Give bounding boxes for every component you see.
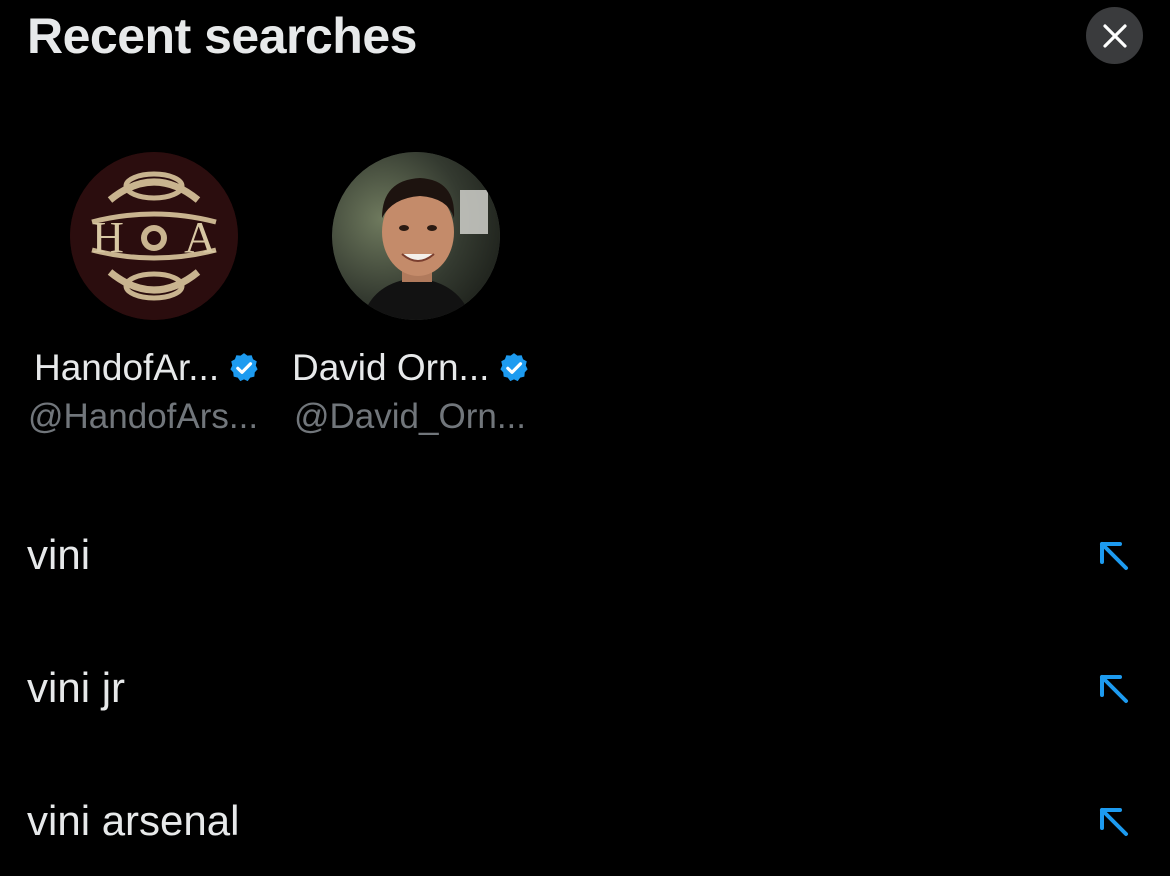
svg-text:A: A [184,213,216,262]
account-name-row: David Orn... [292,346,531,390]
close-icon [1102,23,1127,48]
arrow-up-left-icon[interactable] [1094,802,1132,840]
search-term: vini jr [27,664,126,711]
account-handle: @David_Orn... [294,397,526,436]
recent-account-handofarsenal[interactable]: H A HandofAr... @HandofArs... [28,150,294,440]
hoa-logo: H A [70,152,238,320]
account-display-name: HandofAr... [34,347,220,388]
search-term: vini [27,531,91,578]
verified-badge-icon [500,353,529,382]
recent-search-item[interactable]: vini [0,500,1170,610]
recent-account-david-ornstein[interactable]: David Orn... @David_Orn... [292,150,552,440]
recent-accounts-list: H A HandofAr... @HandofArs... David Orn.… [0,150,1170,450]
account-display-name: David Orn... [292,347,490,388]
avatar[interactable]: H A [70,152,238,320]
arrow-up-left-icon[interactable] [1094,536,1132,574]
account-handle: @HandofArs... [28,397,259,436]
profile-photo [332,152,500,320]
recent-search-item[interactable]: vini jr [0,633,1170,743]
account-name-row: HandofAr... [34,346,261,390]
close-button[interactable] [1086,7,1143,64]
avatar[interactable] [332,152,500,320]
page-title: Recent searches [27,8,417,64]
svg-text:H: H [92,213,124,262]
recent-searches-header: Recent searches [0,0,1170,80]
arrow-up-left-icon[interactable] [1094,669,1132,707]
recent-search-item[interactable]: vini arsenal [0,766,1170,876]
verified-badge-icon [230,353,258,382]
search-term: vini arsenal [27,797,240,844]
